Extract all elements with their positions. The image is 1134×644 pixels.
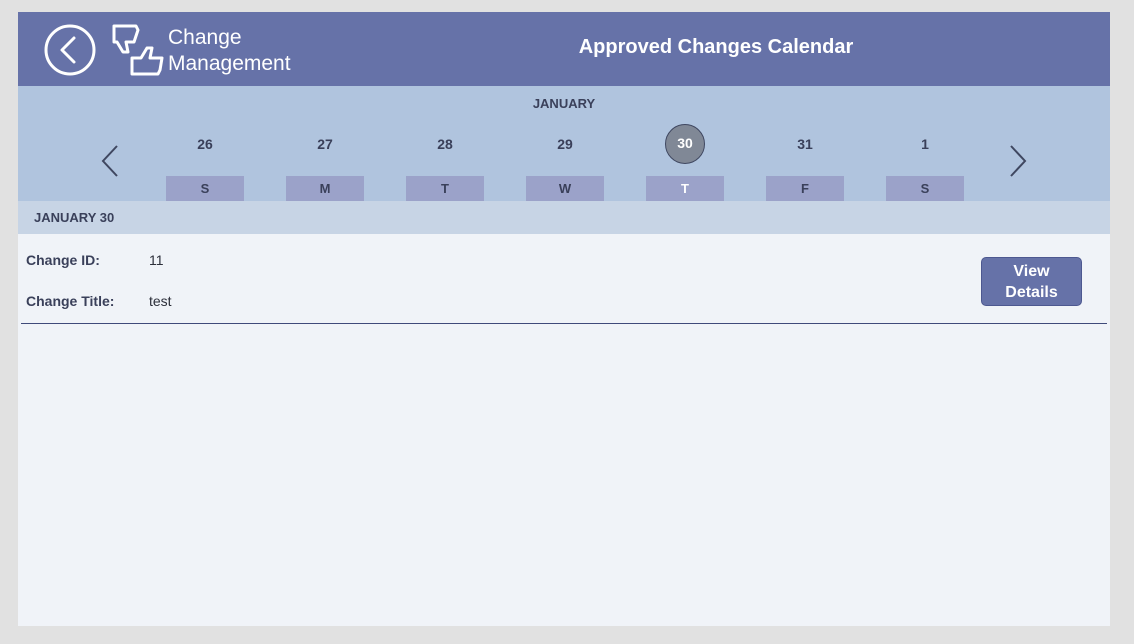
chevron-right-icon xyxy=(1010,145,1027,177)
change-title-label: Change Title: xyxy=(26,293,115,309)
day-of-week-label: F xyxy=(766,176,844,201)
day-cell[interactable]: 29 W xyxy=(526,122,604,201)
next-week-button[interactable] xyxy=(1008,144,1028,178)
day-cell[interactable]: 1S xyxy=(886,122,964,201)
day-number: 27 xyxy=(317,136,333,152)
app-header: Change Management Approved Changes Calen… xyxy=(18,12,1110,86)
day-cell[interactable]: 26 S xyxy=(166,122,244,201)
day-number: 28 xyxy=(437,136,453,152)
view-details-button[interactable]: View Details xyxy=(981,257,1082,306)
chevron-left-circle-icon xyxy=(44,24,96,76)
app-name-line-2: Management xyxy=(168,52,291,75)
change-id-value: 11 xyxy=(149,252,164,268)
app-name: Change Management xyxy=(168,25,338,77)
day-number: 26 xyxy=(197,136,213,152)
app-name-line-1: Change xyxy=(168,26,242,49)
week-calendar: JANUARY 26 S 27 M 28 T 29 W 30 T 31 F 1 S xyxy=(18,86,1110,201)
day-cell[interactable]: 27 M xyxy=(286,122,364,201)
day-number: 1 xyxy=(921,136,929,152)
day-of-week-label: S xyxy=(166,176,244,201)
back-button[interactable] xyxy=(44,24,96,76)
day-of-week-label: T xyxy=(646,176,724,201)
day-number: 30 xyxy=(665,124,705,164)
change-record: Change ID: 11 Change Title: test View De… xyxy=(21,234,1107,324)
month-label: JANUARY xyxy=(532,96,596,111)
day-cell[interactable]: 30 T xyxy=(646,122,724,201)
selected-date-bar: JANUARY 30 xyxy=(18,201,1110,234)
page-title: Approved Changes Calendar xyxy=(578,36,854,58)
change-title-value: test xyxy=(149,293,172,309)
day-of-week-label: S xyxy=(886,176,964,201)
app-screen: Change Management Approved Changes Calen… xyxy=(18,12,1110,626)
day-number: 29 xyxy=(557,136,573,152)
day-cell[interactable]: 31 F xyxy=(766,122,844,201)
day-cell[interactable]: 28 T xyxy=(406,122,484,201)
change-id-label: Change ID: xyxy=(26,252,100,268)
day-of-week-label: W xyxy=(526,176,604,201)
day-of-week-label: T xyxy=(406,176,484,201)
selected-date-label: JANUARY 30 xyxy=(34,210,115,225)
day-number: 31 xyxy=(797,136,813,152)
chevron-left-icon xyxy=(101,145,118,177)
day-of-week-label: M xyxy=(286,176,364,201)
thumbs-up-down-icon xyxy=(110,24,164,78)
previous-week-button[interactable] xyxy=(100,144,120,178)
